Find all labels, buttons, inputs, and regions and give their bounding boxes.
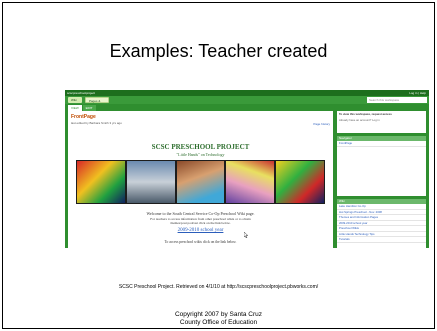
- wiki-screenshot: scscpreschoolproject Log in | Help Wiki …: [65, 90, 429, 248]
- wiki-links-box: Wiki Lake Hamilton Co-Op Hot Springs Pre…: [337, 199, 426, 248]
- computer-lab-image: [126, 161, 175, 203]
- page-name: FrontPage: [71, 114, 96, 120]
- handprints-image: [77, 161, 125, 203]
- slide: Examples: Teacher created scscpreschoolp…: [2, 2, 435, 329]
- handprints-image-2: [276, 161, 324, 203]
- copyright-line-1: Copyright 2007 by Santa Cruz: [174, 311, 263, 318]
- wiki-content: FrontPage last edited by Barbara Smith 3…: [68, 111, 333, 248]
- copyright-text: Copyright 2007 by Santa Cruz County Offi…: [3, 311, 434, 327]
- slide-title: Examples: Teacher created: [109, 41, 328, 61]
- school-year-link[interactable]: 2009-2010 school year: [68, 228, 333, 233]
- children-computer-image: [176, 161, 225, 203]
- sidebar-link[interactable]: Tutorials: [337, 237, 426, 243]
- welcome-detail-line-2: themes/post podcast click on the link be…: [170, 221, 231, 225]
- nav-pages-files-tab[interactable]: Pages & Files: [85, 97, 109, 109]
- navigator-box: Navigator FrontPage: [337, 136, 426, 196]
- photo-banner: [76, 160, 325, 204]
- nav-wiki-tab[interactable]: Wiki: [68, 97, 82, 103]
- access-text: To access preschool wikis click on the l…: [164, 240, 237, 244]
- wiki-search-input[interactable]: Search this workspace: [367, 97, 427, 103]
- welcome-text: Welcome to the South Central Service Co-…: [146, 211, 255, 216]
- navigator-item[interactable]: FrontPage: [337, 141, 426, 147]
- request-access-box: To view this workspace, request access A…: [337, 111, 426, 133]
- already-account-text[interactable]: Already have an account? Log in: [337, 117, 426, 123]
- project-subtitle: "Little Hands" on Technology: [176, 152, 225, 157]
- welcome-detail: For teachers to access information from …: [68, 217, 333, 225]
- page-meta: last edited by Barbara Smith 3 yrs ago: [71, 121, 122, 125]
- project-title: SCSC PRESCHOOL PROJECT: [151, 143, 250, 151]
- cursor-icon: [244, 232, 249, 238]
- copyright-line-2: County Office of Education: [179, 319, 258, 326]
- page-history-link[interactable]: Page history: [313, 122, 330, 126]
- citation-text: SCSC Preschool Project. Retrieved on 4/1…: [118, 284, 319, 290]
- wiki-sidebar: To view this workspace, request access A…: [337, 111, 426, 248]
- wiki-site-name: scscpreschoolproject: [67, 91, 96, 95]
- children-group-image: [226, 161, 275, 203]
